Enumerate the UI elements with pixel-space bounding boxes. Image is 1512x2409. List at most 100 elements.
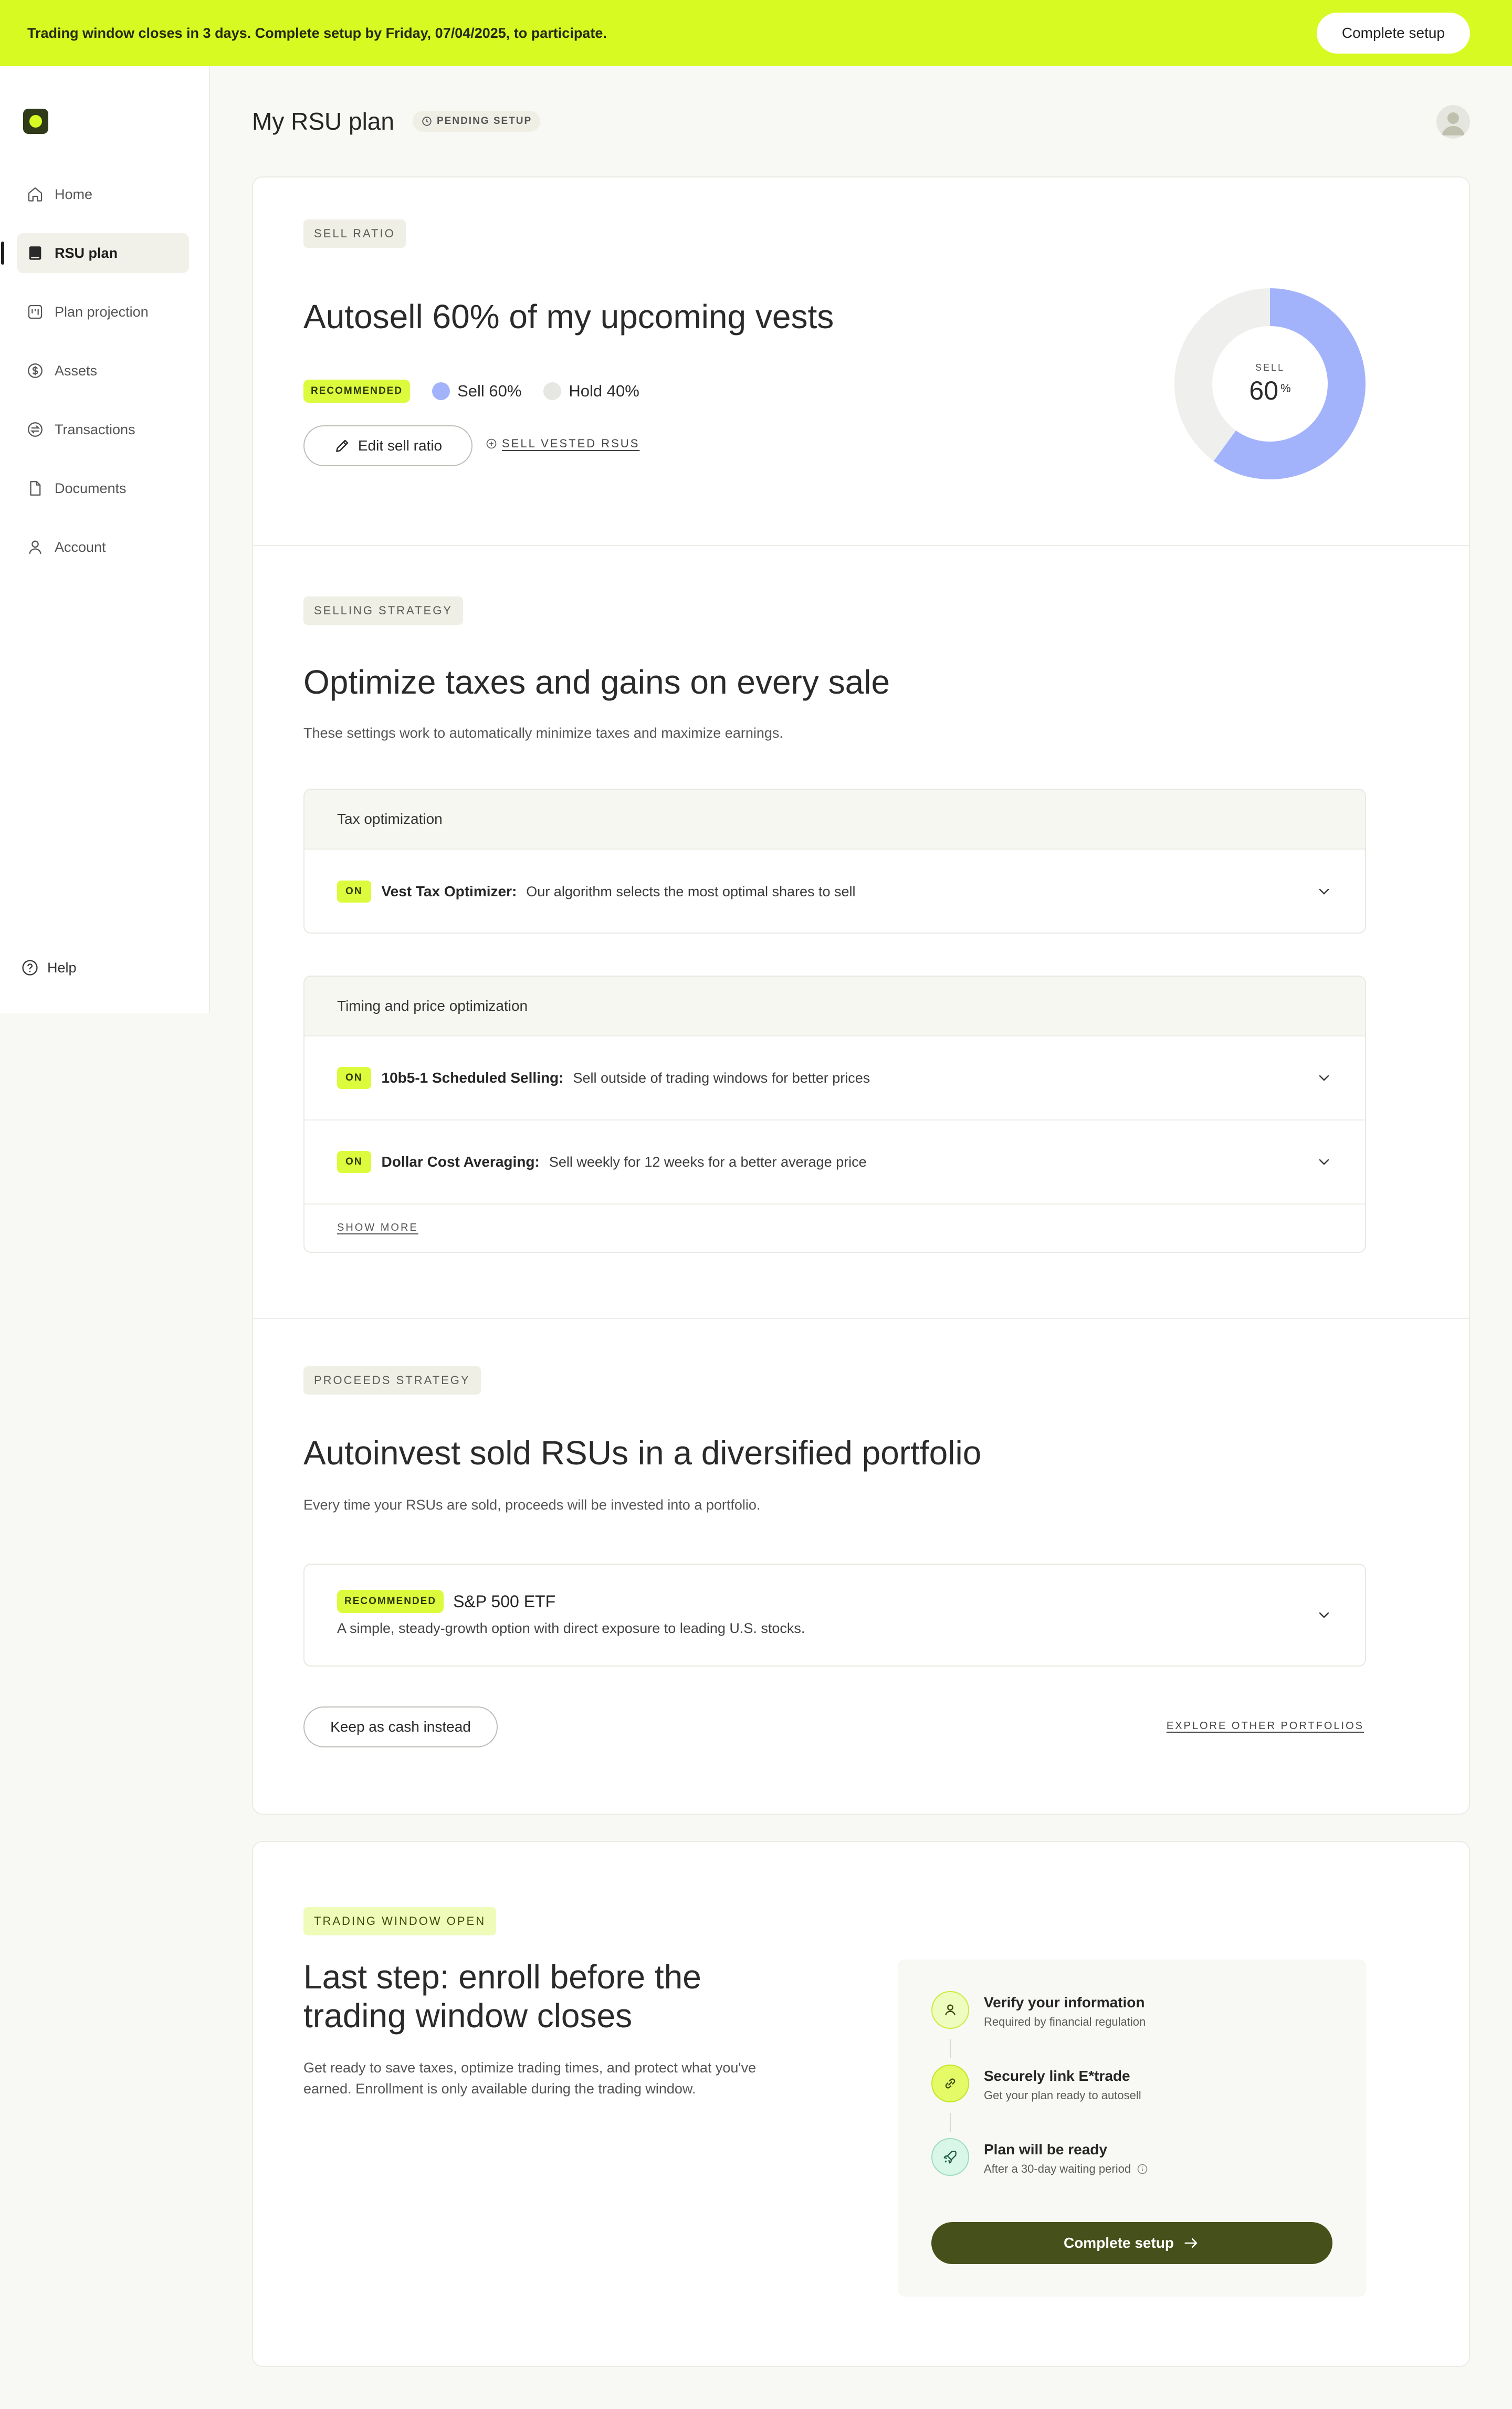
- chevron-down-icon[interactable]: [1316, 1607, 1332, 1624]
- portfolio-option-sp500[interactable]: RECOMMENDED S&P 500 ETF A simple, steady…: [303, 1564, 1366, 1667]
- banner-text: Trading window closes in 3 days. Complet…: [27, 25, 607, 41]
- chevron-down-icon[interactable]: [1316, 1154, 1332, 1170]
- recommended-badge: RECOMMENDED: [337, 1590, 444, 1613]
- chevron-down-icon[interactable]: [1316, 1070, 1332, 1086]
- option-vest-tax-optimizer[interactable]: ON Vest Tax Optimizer: Our algorithm sel…: [304, 850, 1365, 933]
- enroll-description-line1: Get ready to save taxes, optimize tradin…: [303, 2060, 757, 2076]
- portfolio-description: A simple, steady-growth option with dire…: [337, 1620, 805, 1636]
- pencil-icon: [335, 439, 349, 452]
- enrollment-steps-panel: Verify your information Required by fina…: [898, 1960, 1366, 2297]
- step-icon-circle: [931, 1991, 969, 2029]
- step-subtitle-row: After a 30-day waiting period: [984, 2162, 1149, 2176]
- sidebar-item-label: RSU plan: [55, 245, 118, 261]
- rsu-plan-card: SELL RATIO Autosell 60% of my upcoming v…: [252, 176, 1470, 1815]
- sidebar-item-rsu-plan[interactable]: RSU plan: [1, 233, 189, 273]
- help-icon: [21, 959, 39, 977]
- proceeds-strategy-description: Every time your RSUs are sold, proceeds …: [303, 1497, 761, 1513]
- option-dollar-cost-averaging[interactable]: ON Dollar Cost Averaging: Sell weekly fo…: [304, 1120, 1365, 1204]
- dollar-icon: [26, 362, 44, 380]
- sell-ratio-section: SELL RATIO Autosell 60% of my upcoming v…: [253, 177, 1469, 545]
- sidebar-item-label: Plan projection: [55, 303, 149, 320]
- option-title: 10b5-1 Scheduled Selling:: [381, 1070, 564, 1086]
- complete-setup-button[interactable]: Complete setup: [931, 2222, 1332, 2264]
- page-title: My RSU plan: [252, 108, 394, 135]
- option-description: Sell outside of trading windows for bett…: [573, 1070, 870, 1086]
- step-subtitle: After a 30-day waiting period: [984, 2162, 1131, 2175]
- chevron-down-icon[interactable]: [1316, 883, 1332, 900]
- user-avatar-icon: [1442, 112, 1465, 135]
- proceeds-strategy-heading: Autoinvest sold RSUs in a diversified po…: [303, 1434, 982, 1472]
- sidebar-item-home[interactable]: Home: [17, 174, 189, 214]
- app-logo[interactable]: [23, 109, 48, 134]
- donut-value: 60%: [1249, 375, 1290, 406]
- sidebar-item-assets[interactable]: Assets: [17, 351, 189, 391]
- step-icon-circle: [931, 2138, 969, 2176]
- complete-setup-label: Complete setup: [1063, 2235, 1174, 2251]
- banner-complete-setup-button[interactable]: Complete setup: [1316, 13, 1470, 54]
- keep-as-cash-button[interactable]: Keep as cash instead: [303, 1706, 498, 1747]
- explore-other-portfolios-link[interactable]: EXPLORE OTHER PORTFOLIOS: [1167, 1720, 1364, 1732]
- edit-sell-ratio-button[interactable]: Edit sell ratio: [303, 425, 472, 466]
- sidebar-item-documents[interactable]: Documents: [17, 468, 189, 508]
- sidebar: Home RSU plan Plan projection Assets Tra…: [0, 66, 210, 1013]
- sidebar-item-label: Documents: [55, 480, 127, 496]
- avatar[interactable]: [1436, 105, 1470, 139]
- book-icon: [26, 244, 44, 262]
- group-title: Tax optimization: [304, 790, 1365, 850]
- user-icon: [945, 2004, 956, 2016]
- sidebar-nav: Home RSU plan Plan projection Assets Tra…: [1, 174, 189, 586]
- step-verify-information: Verify your information Required by fina…: [931, 1991, 1146, 2029]
- trading-window-open-tag: TRADING WINDOW OPEN: [303, 1907, 497, 1935]
- sell-vested-rsus-label: SELL VESTED RSUS: [502, 437, 640, 450]
- step-title: Plan will be ready: [984, 2141, 1107, 2157]
- on-badge: ON: [337, 1067, 371, 1089]
- transfer-icon: [26, 421, 44, 438]
- group-title: Timing and price optimization: [304, 977, 1365, 1036]
- sidebar-item-label: Assets: [55, 362, 98, 379]
- sidebar-item-account[interactable]: Account: [17, 527, 189, 567]
- option-10b5-1-scheduled-selling[interactable]: ON 10b5-1 Scheduled Selling: Sell outsid…: [304, 1036, 1365, 1120]
- step-connector: [950, 2039, 951, 2058]
- step-text: Securely link E*trade Get your plan read…: [984, 2065, 1141, 2102]
- option-description: Our algorithm selects the most optimal s…: [526, 883, 856, 899]
- donut-center-label: SELL 60%: [1174, 288, 1366, 480]
- enroll-description-line2: earned. Enrollment is only available dur…: [303, 2081, 696, 2097]
- sidebar-item-transactions[interactable]: Transactions: [17, 410, 189, 449]
- logo-dot: [29, 115, 42, 128]
- option-title: Vest Tax Optimizer:: [381, 883, 517, 899]
- home-icon: [26, 185, 44, 203]
- step-connector: [950, 2113, 951, 2132]
- legend-sell: Sell 60%: [432, 382, 521, 401]
- help-label: Help: [47, 959, 77, 976]
- option-title: Dollar Cost Averaging:: [381, 1154, 540, 1170]
- sidebar-item-label: Home: [55, 186, 93, 202]
- proceeds-strategy-tag: PROCEEDS STRATEGY: [303, 1366, 481, 1395]
- selling-strategy-description: These settings work to automatically min…: [303, 725, 783, 741]
- step-text: Verify your information Required by fina…: [984, 1991, 1146, 2029]
- step-text: Plan will be ready After a 30-day waitin…: [984, 2138, 1149, 2176]
- sidebar-item-label: Transactions: [55, 421, 135, 437]
- plus-circle-icon: [486, 438, 497, 449]
- donut-caption: SELL: [1255, 362, 1285, 373]
- tax-optimization-group: Tax optimization ON Vest Tax Optimizer: …: [303, 789, 1366, 934]
- sell-ratio-tag: SELL RATIO: [303, 219, 406, 248]
- legend-hold: Hold 40%: [543, 382, 639, 401]
- recommended-badge: RECOMMENDED: [303, 380, 411, 403]
- legend-sell-label: Sell 60%: [457, 382, 522, 400]
- step-title: Securely link E*trade: [984, 2068, 1130, 2084]
- sidebar-item-label: Account: [55, 539, 106, 555]
- info-icon[interactable]: [1136, 2163, 1149, 2175]
- proceeds-strategy-section: PROCEEDS STRATEGY Autoinvest sold RSUs i…: [253, 1319, 1469, 1816]
- selling-strategy-section: SELLING STRATEGY Optimize taxes and gain…: [253, 546, 1469, 1318]
- sidebar-help[interactable]: Help: [21, 959, 77, 977]
- enroll-heading-line2: trading window closes: [303, 1997, 633, 2035]
- sidebar-item-plan-projection[interactable]: Plan projection: [17, 292, 189, 332]
- projection-icon: [26, 303, 44, 321]
- step-title: Verify your information: [984, 1994, 1145, 2010]
- show-more-link[interactable]: SHOW MORE: [304, 1204, 1365, 1251]
- selling-strategy-heading: Optimize taxes and gains on every sale: [303, 663, 890, 701]
- sell-vested-rsus-link[interactable]: SELL VESTED RSUS: [485, 437, 639, 451]
- status-badge-label: PENDING SETUP: [437, 116, 532, 127]
- step-icon-circle: [931, 2065, 969, 2102]
- arrow-right-icon: [1184, 2238, 1198, 2248]
